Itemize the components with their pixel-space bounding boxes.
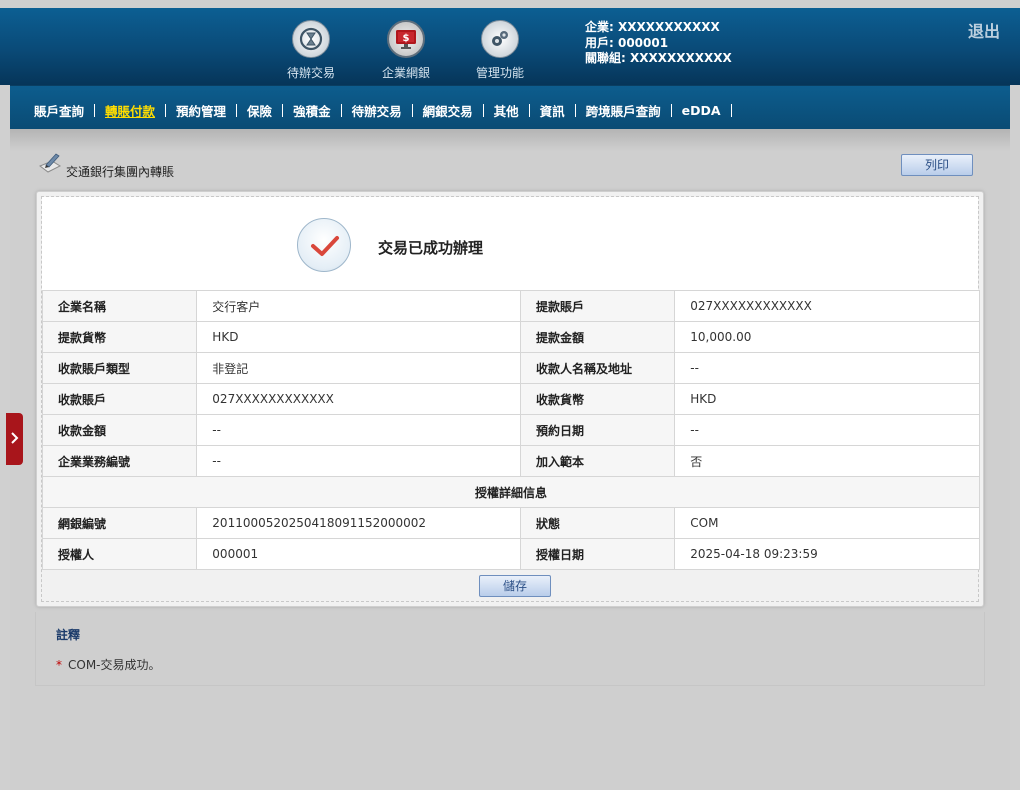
user-info: 企業: XXXXXXXXXXX 用戶: 000001 關聯組: XXXXXXXX…	[585, 20, 732, 67]
field-label: 預約日期	[519, 414, 676, 446]
field-value: 交行客户	[196, 290, 521, 322]
table-row: 收款金額 -- 預約日期 --	[41, 414, 980, 446]
main-nav: 賬戶查詢 轉賬付款 預約管理 保險 強積金 待辦交易 網銀交易 其他 資訊 跨境…	[10, 85, 1010, 129]
corporate-banking-label: 企業網銀	[381, 66, 430, 80]
field-label: 狀態	[519, 507, 676, 539]
hourglass-icon	[292, 20, 330, 58]
notes-frame	[35, 612, 985, 686]
nav-item-mpf[interactable]: 強積金	[283, 101, 341, 120]
nav-item-edda[interactable]: eDDA	[672, 103, 731, 118]
monitor-dollar-icon: $	[387, 20, 425, 58]
table-row: 收款賬戶類型 非登記 收款人名稱及地址 --	[41, 352, 980, 384]
field-value: 2011000520250418091152000002	[196, 507, 521, 539]
field-label: 授權日期	[519, 538, 676, 570]
management-button[interactable]: 管理功能	[460, 20, 540, 81]
success-banner: 交易已成功辦理	[42, 197, 978, 290]
field-label: 加入範本	[519, 445, 676, 477]
notes-line: * COM-交易成功。	[56, 656, 161, 673]
field-label: 收款賬戶	[41, 383, 198, 415]
auth-section-title: 授權詳細信息	[42, 476, 980, 508]
gears-icon	[481, 20, 519, 58]
field-label: 網銀編號	[41, 507, 198, 539]
field-label: 收款貨幣	[519, 383, 676, 415]
logout-button[interactable]: 退出	[968, 18, 1000, 42]
transaction-details-table: 企業名稱 交行客户 提款賬戶 027XXXXXXXXXXXX 提款貨幣 HKD …	[41, 290, 980, 570]
notes-title: 註釋	[56, 628, 81, 642]
field-value: --	[196, 414, 521, 446]
table-row: 授權人 000001 授權日期 2025-04-18 09:23:59	[41, 538, 980, 570]
field-value: 非登記	[196, 352, 521, 384]
save-button[interactable]: 儲存	[479, 575, 551, 597]
field-value: HKD	[674, 383, 980, 415]
field-value: HKD	[196, 321, 521, 353]
pending-transactions-button[interactable]: 待辦交易	[271, 20, 351, 81]
result-panel: 交易已成功辦理 企業名稱 交行客户 提款賬戶 027XXXXXXXXXXXX 提…	[36, 191, 984, 607]
field-value: --	[674, 414, 980, 446]
pending-transactions-label: 待辦交易	[286, 66, 335, 80]
nav-item-transfer-payment[interactable]: 轉賬付款	[95, 101, 165, 120]
field-label: 提款賬戶	[519, 290, 676, 322]
note-star: *	[56, 658, 62, 672]
field-value: 000001	[196, 538, 521, 570]
pen-note-icon	[38, 152, 62, 174]
field-value: --	[674, 352, 980, 384]
field-value: 10,000.00	[674, 321, 980, 353]
note-text: COM-交易成功。	[68, 658, 161, 672]
page-title: 交通銀行集團內轉賬	[66, 165, 175, 179]
success-message: 交易已成功辦理	[378, 239, 484, 257]
nav-item-others[interactable]: 其他	[484, 101, 529, 120]
header-bar: 待辦交易 $ 企業網銀 管理功能 企業: XXXXXXXXXXX 用戶: 000…	[0, 8, 1020, 85]
company-text: 企業: XXXXXXXXXXX	[585, 20, 720, 34]
nav-item-scheduled[interactable]: 預約管理	[166, 101, 236, 120]
checkmark-icon	[297, 218, 351, 272]
nav-item-online-transactions[interactable]: 網銀交易	[413, 101, 483, 120]
auth-section-header: 授權詳細信息	[42, 476, 980, 508]
nav-item-insurance[interactable]: 保險	[237, 101, 282, 120]
management-label: 管理功能	[475, 66, 524, 80]
field-label: 企業名稱	[41, 290, 198, 322]
field-value: --	[196, 445, 521, 477]
field-value: 027XXXXXXXXXXXX	[196, 383, 521, 415]
group-text: 關聯組: XXXXXXXXXXX	[585, 51, 732, 65]
user-text: 用戶: 000001	[585, 35, 669, 50]
chevron-right-icon	[10, 431, 20, 447]
field-label: 提款金額	[519, 321, 676, 353]
corporate-banking-button[interactable]: $ 企業網銀	[366, 20, 446, 81]
field-value: 否	[674, 445, 980, 477]
field-label: 收款金額	[41, 414, 198, 446]
nav-item-account-inquiry[interactable]: 賬戶查詢	[24, 101, 94, 120]
print-button[interactable]: 列印	[901, 154, 973, 176]
field-label: 提款貨幣	[41, 321, 198, 353]
field-label: 企業業務編號	[41, 445, 198, 477]
table-row: 收款賬戶 027XXXXXXXXXXXX 收款貨幣 HKD	[41, 383, 980, 415]
field-label: 授權人	[41, 538, 198, 570]
nav-item-pending[interactable]: 待辦交易	[342, 101, 412, 120]
field-label: 收款賬戶類型	[41, 352, 198, 384]
field-value: COM	[674, 507, 980, 539]
field-value: 2025-04-18 09:23:59	[674, 538, 980, 570]
side-panel-toggle[interactable]	[6, 413, 23, 465]
field-label: 收款人名稱及地址	[519, 352, 676, 384]
nav-item-info[interactable]: 資訊	[530, 101, 575, 120]
top-strip	[0, 0, 1020, 8]
nav-item-cross-border[interactable]: 跨境賬戶查詢	[576, 101, 671, 120]
svg-text:$: $	[403, 33, 410, 44]
table-row: 提款貨幣 HKD 提款金額 10,000.00	[41, 321, 980, 353]
table-row: 企業業務編號 -- 加入範本 否	[41, 445, 980, 477]
table-row: 企業名稱 交行客户 提款賬戶 027XXXXXXXXXXXX	[41, 290, 980, 322]
table-row: 網銀編號 2011000520250418091152000002 狀態 COM	[41, 507, 980, 539]
field-value: 027XXXXXXXXXXXX	[674, 290, 980, 322]
